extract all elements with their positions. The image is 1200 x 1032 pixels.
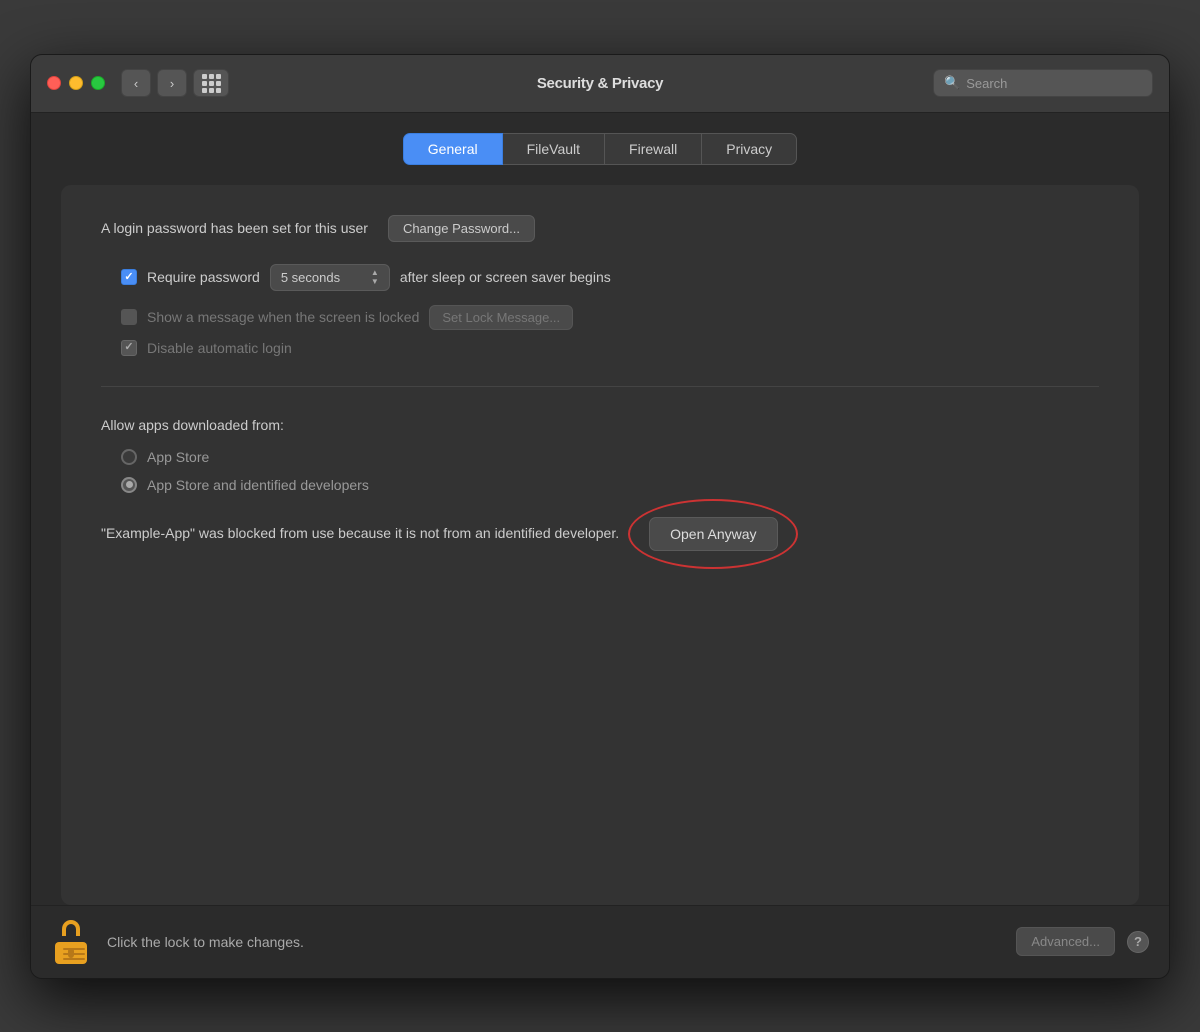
radio-group: App Store App Store and identified devel… [121,449,1099,493]
show-message-label: Show a message when the screen is locked [147,309,419,325]
lock-line [63,958,85,960]
dropdown-value: 5 seconds [281,270,340,285]
open-anyway-wrapper: Open Anyway [649,517,777,551]
password-set-label: A login password has been set for this u… [101,220,368,236]
lock-line [63,953,85,955]
open-anyway-button[interactable]: Open Anyway [649,517,777,551]
set-lock-message-button[interactable]: Set Lock Message... [429,305,573,330]
tab-filevault[interactable]: FileVault [503,133,605,165]
radio-identified-label: App Store and identified developers [147,477,369,493]
general-panel: A login password has been set for this u… [61,185,1139,905]
lock-shackle [62,920,80,936]
traffic-lights [47,76,105,90]
radio-appstore-row: App Store [121,449,1099,465]
grid-icon [202,74,221,93]
lock-icon[interactable] [51,920,91,964]
search-input[interactable] [966,76,1142,91]
change-password-button[interactable]: Change Password... [388,215,535,242]
radio-selected-dot [126,481,133,488]
allow-apps-section: Allow apps downloaded from: App Store Ap… [101,417,1099,551]
radio-identified-row: App Store and identified developers [121,477,1099,493]
tab-general[interactable]: General [403,133,503,165]
password-section: A login password has been set for this u… [101,215,1099,356]
minimize-button[interactable] [69,76,83,90]
require-password-label: Require password [147,269,260,285]
dropdown-arrows-icon: ▲ ▼ [371,269,379,286]
back-button[interactable]: ‹ [121,69,151,97]
system-preferences-window: ‹ › Security & Privacy 🔍 General FileVau… [30,54,1170,979]
back-icon: ‹ [134,76,138,91]
disable-autologin-checkbox[interactable]: ✓ [121,340,137,356]
show-message-checkbox[interactable] [121,309,137,325]
disable-autologin-label: Disable automatic login [147,340,292,356]
allow-apps-label: Allow apps downloaded from: [101,417,1099,433]
radio-appstore-label: App Store [147,449,209,465]
password-delay-dropdown[interactable]: 5 seconds ▲ ▼ [270,264,390,291]
advanced-button[interactable]: Advanced... [1016,927,1115,956]
search-icon: 🔍 [944,75,960,91]
lock-line [63,948,85,950]
tab-privacy[interactable]: Privacy [702,133,797,165]
footer: Click the lock to make changes. Advanced… [31,905,1169,978]
lock-lines [63,948,85,960]
tab-bar: General FileVault Firewall Privacy [61,133,1139,165]
maximize-button[interactable] [91,76,105,90]
lock-help-text: Click the lock to make changes. [107,934,304,950]
password-row: A login password has been set for this u… [101,215,1099,242]
window-title: Security & Privacy [537,75,663,92]
require-password-row: ✓ Require password 5 seconds ▲ ▼ after s… [121,264,1099,291]
forward-button[interactable]: › [157,69,187,97]
footer-right: Advanced... ? [1016,927,1149,956]
require-password-checkbox[interactable]: ✓ [121,269,137,285]
apps-grid-button[interactable] [193,69,229,97]
forward-icon: › [170,76,174,91]
radio-appstore[interactable] [121,449,137,465]
radio-identified[interactable] [121,477,137,493]
show-message-row: Show a message when the screen is locked… [121,305,1099,330]
nav-buttons: ‹ › [121,69,187,97]
blocked-app-row: "Example-App" was blocked from use becau… [101,517,1099,551]
checkmark-icon: ✓ [124,342,133,353]
search-bar[interactable]: 🔍 [933,69,1153,97]
after-sleep-label: after sleep or screen saver begins [400,269,611,285]
content-area: General FileVault Firewall Privacy A log… [31,113,1169,905]
close-button[interactable] [47,76,61,90]
disable-autologin-row: ✓ Disable automatic login [121,340,1099,356]
help-button[interactable]: ? [1127,931,1149,953]
section-divider [101,386,1099,387]
blocked-app-text: "Example-App" was blocked from use becau… [101,523,619,544]
tab-firewall[interactable]: Firewall [605,133,702,165]
lock-body [55,942,87,964]
titlebar: ‹ › Security & Privacy 🔍 [31,55,1169,113]
checkmark-icon: ✓ [124,272,133,283]
